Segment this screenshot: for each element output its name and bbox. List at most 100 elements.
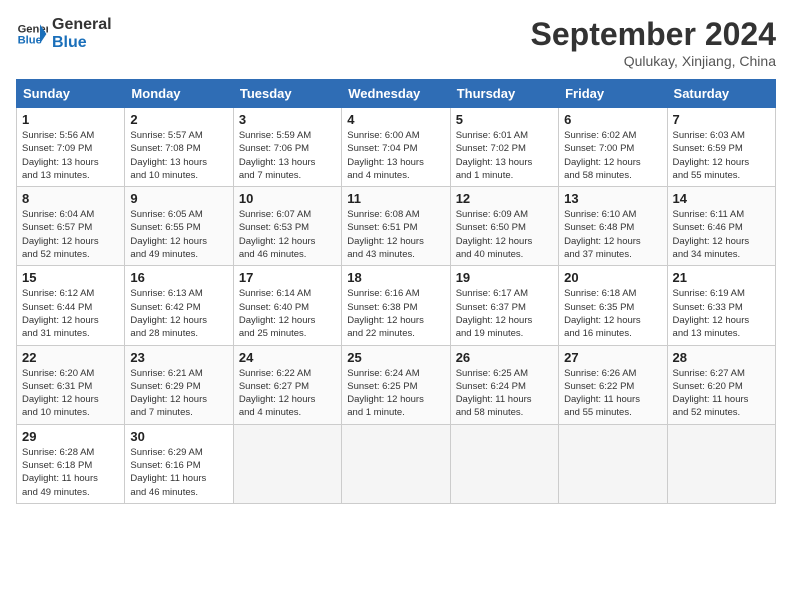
day-info: Sunrise: 6:10 AM Sunset: 6:48 PM Dayligh…: [564, 208, 661, 261]
day-info: Sunrise: 6:24 AM Sunset: 6:25 PM Dayligh…: [347, 367, 444, 420]
day-cell: 5 Sunrise: 6:01 AM Sunset: 7:02 PM Daylig…: [450, 108, 558, 187]
day-info: Sunrise: 6:21 AM Sunset: 6:29 PM Dayligh…: [130, 367, 227, 420]
weekday-header-saturday: Saturday: [667, 80, 775, 108]
day-cell: 17 Sunrise: 6:14 AM Sunset: 6:40 PM Dayli…: [233, 266, 341, 345]
day-cell: 14Sunrise: 6:11 AM Sunset: 6:46 PM Dayli…: [667, 187, 775, 266]
day-number: 9: [130, 191, 227, 206]
day-number: 19: [456, 270, 553, 285]
day-info: Sunrise: 6:04 AM Sunset: 6:57 PM Dayligh…: [22, 208, 119, 261]
day-number: 7: [673, 112, 770, 127]
calendar-table: SundayMondayTuesdayWednesdayThursdayFrid…: [16, 79, 776, 504]
day-number: 15: [22, 270, 119, 285]
month-title: September 2024: [531, 16, 776, 53]
day-info: Sunrise: 6:17 AM Sunset: 6:37 PM Dayligh…: [456, 287, 553, 340]
location-subtitle: Qulukay, Xinjiang, China: [531, 53, 776, 69]
week-row-4: 29 Sunrise: 6:28 AM Sunset: 6:18 PM Dayli…: [17, 424, 776, 503]
day-cell: 30 Sunrise: 6:29 AM Sunset: 6:16 PM Dayli…: [125, 424, 233, 503]
day-number: 30: [130, 429, 227, 444]
day-info: Sunrise: 6:20 AM Sunset: 6:31 PM Dayligh…: [22, 367, 119, 420]
day-number: 3: [239, 112, 336, 127]
day-number: 17: [239, 270, 336, 285]
day-cell: 23Sunrise: 6:21 AM Sunset: 6:29 PM Dayli…: [125, 345, 233, 424]
day-number: 14: [673, 191, 770, 206]
day-number: 4: [347, 112, 444, 127]
day-info: Sunrise: 6:25 AM Sunset: 6:24 PM Dayligh…: [456, 367, 553, 420]
day-cell: 10Sunrise: 6:07 AM Sunset: 6:53 PM Dayli…: [233, 187, 341, 266]
day-info: Sunrise: 6:09 AM Sunset: 6:50 PM Dayligh…: [456, 208, 553, 261]
logo-text-general: General: [52, 16, 112, 34]
weekday-header-row: SundayMondayTuesdayWednesdayThursdayFrid…: [17, 80, 776, 108]
day-cell: 28 Sunrise: 6:27 AM Sunset: 6:20 PM Dayli…: [667, 345, 775, 424]
day-number: 25: [347, 350, 444, 365]
day-info: Sunrise: 6:16 AM Sunset: 6:38 PM Dayligh…: [347, 287, 444, 340]
day-number: 20: [564, 270, 661, 285]
day-info: Sunrise: 6:08 AM Sunset: 6:51 PM Dayligh…: [347, 208, 444, 261]
day-info: Sunrise: 6:00 AM Sunset: 7:04 PM Dayligh…: [347, 129, 444, 182]
day-info: Sunrise: 6:29 AM Sunset: 6:16 PM Dayligh…: [130, 446, 227, 499]
weekday-header-thursday: Thursday: [450, 80, 558, 108]
day-number: 29: [22, 429, 119, 444]
day-cell: [667, 424, 775, 503]
day-cell: 25 Sunrise: 6:24 AM Sunset: 6:25 PM Dayli…: [342, 345, 450, 424]
day-cell: 18Sunrise: 6:16 AM Sunset: 6:38 PM Dayli…: [342, 266, 450, 345]
day-info: Sunrise: 6:19 AM Sunset: 6:33 PM Dayligh…: [673, 287, 770, 340]
day-cell: 15 Sunrise: 6:12 AM Sunset: 6:44 PM Dayli…: [17, 266, 125, 345]
day-cell: 6 Sunrise: 6:02 AM Sunset: 7:00 PM Daylig…: [559, 108, 667, 187]
day-number: 22: [22, 350, 119, 365]
day-cell: 7 Sunrise: 6:03 AM Sunset: 6:59 PM Daylig…: [667, 108, 775, 187]
day-cell: 12 Sunrise: 6:09 AM Sunset: 6:50 PM Dayli…: [450, 187, 558, 266]
day-cell: 13 Sunrise: 6:10 AM Sunset: 6:48 PM Dayli…: [559, 187, 667, 266]
day-cell: [450, 424, 558, 503]
day-cell: 19 Sunrise: 6:17 AM Sunset: 6:37 PM Dayli…: [450, 266, 558, 345]
day-info: Sunrise: 6:28 AM Sunset: 6:18 PM Dayligh…: [22, 446, 119, 499]
day-cell: 2 Sunrise: 5:57 AM Sunset: 7:08 PM Daylig…: [125, 108, 233, 187]
day-cell: 20 Sunrise: 6:18 AM Sunset: 6:35 PM Dayli…: [559, 266, 667, 345]
page-header: General Blue General Blue September 2024…: [16, 16, 776, 69]
logo-icon: General Blue: [16, 18, 48, 50]
day-number: 16: [130, 270, 227, 285]
day-number: 27: [564, 350, 661, 365]
day-number: 13: [564, 191, 661, 206]
weekday-header-wednesday: Wednesday: [342, 80, 450, 108]
day-number: 21: [673, 270, 770, 285]
day-cell: 11 Sunrise: 6:08 AM Sunset: 6:51 PM Dayli…: [342, 187, 450, 266]
day-info: Sunrise: 6:14 AM Sunset: 6:40 PM Dayligh…: [239, 287, 336, 340]
day-cell: 1Sunrise: 5:56 AM Sunset: 7:09 PM Daylig…: [17, 108, 125, 187]
week-row-2: 15 Sunrise: 6:12 AM Sunset: 6:44 PM Dayli…: [17, 266, 776, 345]
day-info: Sunrise: 5:59 AM Sunset: 7:06 PM Dayligh…: [239, 129, 336, 182]
day-info: Sunrise: 6:18 AM Sunset: 6:35 PM Dayligh…: [564, 287, 661, 340]
week-row-1: 8Sunrise: 6:04 AM Sunset: 6:57 PM Daylig…: [17, 187, 776, 266]
day-info: Sunrise: 6:27 AM Sunset: 6:20 PM Dayligh…: [673, 367, 770, 420]
day-cell: [559, 424, 667, 503]
weekday-header-sunday: Sunday: [17, 80, 125, 108]
day-number: 10: [239, 191, 336, 206]
day-number: 2: [130, 112, 227, 127]
day-info: Sunrise: 5:57 AM Sunset: 7:08 PM Dayligh…: [130, 129, 227, 182]
day-number: 1: [22, 112, 119, 127]
day-number: 28: [673, 350, 770, 365]
day-cell: 8Sunrise: 6:04 AM Sunset: 6:57 PM Daylig…: [17, 187, 125, 266]
day-cell: [233, 424, 341, 503]
day-info: Sunrise: 6:02 AM Sunset: 7:00 PM Dayligh…: [564, 129, 661, 182]
day-cell: 21 Sunrise: 6:19 AM Sunset: 6:33 PM Dayli…: [667, 266, 775, 345]
day-info: Sunrise: 6:26 AM Sunset: 6:22 PM Dayligh…: [564, 367, 661, 420]
day-info: Sunrise: 6:03 AM Sunset: 6:59 PM Dayligh…: [673, 129, 770, 182]
day-cell: 9Sunrise: 6:05 AM Sunset: 6:55 PM Daylig…: [125, 187, 233, 266]
weekday-header-tuesday: Tuesday: [233, 80, 341, 108]
day-cell: 26 Sunrise: 6:25 AM Sunset: 6:24 PM Dayli…: [450, 345, 558, 424]
day-cell: 24Sunrise: 6:22 AM Sunset: 6:27 PM Dayli…: [233, 345, 341, 424]
logo: General Blue General Blue: [16, 16, 112, 51]
day-info: Sunrise: 6:01 AM Sunset: 7:02 PM Dayligh…: [456, 129, 553, 182]
day-number: 5: [456, 112, 553, 127]
day-cell: 22 Sunrise: 6:20 AM Sunset: 6:31 PM Dayli…: [17, 345, 125, 424]
day-info: Sunrise: 6:12 AM Sunset: 6:44 PM Dayligh…: [22, 287, 119, 340]
svg-text:Blue: Blue: [18, 34, 42, 46]
week-row-0: 1Sunrise: 5:56 AM Sunset: 7:09 PM Daylig…: [17, 108, 776, 187]
day-number: 6: [564, 112, 661, 127]
day-number: 12: [456, 191, 553, 206]
day-number: 26: [456, 350, 553, 365]
day-number: 11: [347, 191, 444, 206]
day-cell: 4 Sunrise: 6:00 AM Sunset: 7:04 PM Daylig…: [342, 108, 450, 187]
calendar-body: 1Sunrise: 5:56 AM Sunset: 7:09 PM Daylig…: [17, 108, 776, 504]
day-number: 24: [239, 350, 336, 365]
